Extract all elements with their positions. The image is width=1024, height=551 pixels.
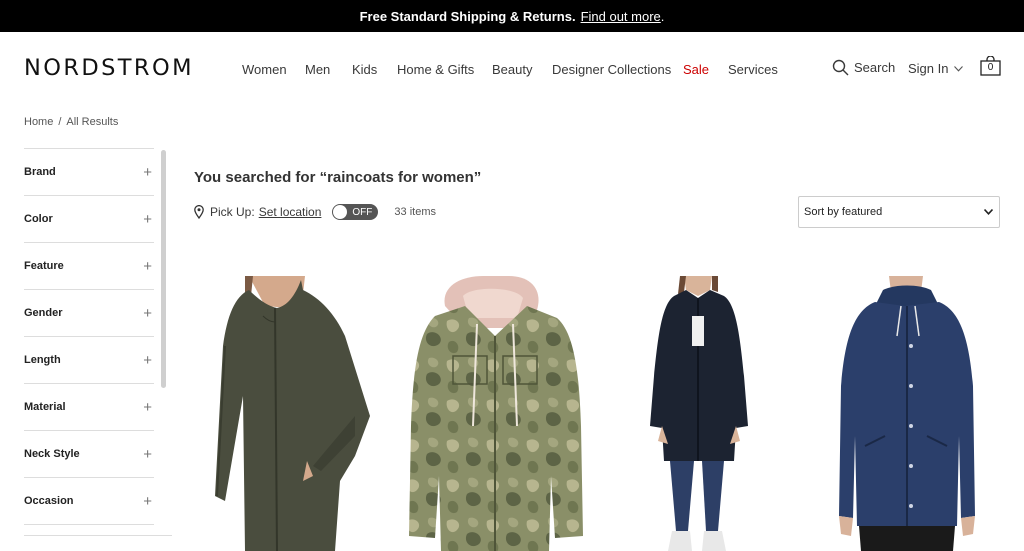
chevron-down-icon [954,65,964,72]
filter-sidebar: Brand + Color + Feature + Gender + Length + M… [24,148,154,525]
promo-banner: Free Standard Shipping & Returns. Find o… [0,0,1024,32]
filter-brand[interactable]: Brand + [24,148,154,195]
bag-count: 0 [987,62,994,73]
filter-label: Color [24,213,53,225]
nav-services[interactable]: Services [728,62,778,77]
sign-in-button[interactable]: Sign In [908,61,964,76]
product-image-olive-jacket[interactable] [205,276,375,551]
nav-beauty[interactable]: Beauty [492,62,532,77]
filter-gender[interactable]: Gender + [24,289,154,336]
pickup-bar: Pick Up: Set location OFF 33 items [194,204,436,220]
shopping-bag-button[interactable]: 0 [980,55,1001,76]
plus-icon: + [143,210,152,228]
filter-label: Neck Style [24,448,80,460]
filter-feature[interactable]: Feature + [24,242,154,289]
nav-home-gifts[interactable]: Home & Gifts [397,62,474,77]
chevron-down-icon [984,209,993,215]
sort-value: Sort by featured [804,206,883,218]
toggle-knob [333,205,348,219]
filter-neck-style[interactable]: Neck Style + [24,430,154,477]
plus-icon: + [143,398,152,416]
pickup-label: Pick Up: [210,205,255,219]
plus-icon: + [143,445,152,463]
filter-color[interactable]: Color + [24,195,154,242]
nav-kids[interactable]: Kids [352,62,377,77]
search-results-heading: You searched for “raincoats for women” [194,169,482,186]
nordstrom-logo[interactable]: NORDSTROM [24,55,194,81]
promo-text: Free Standard Shipping & Returns. [359,8,576,24]
filter-label: Gender [24,307,63,319]
results-count: 33 items [394,206,436,218]
promo-period: . [660,8,665,24]
nav-designer-collections[interactable]: Designer Collections [552,62,671,77]
filter-label: Feature [24,260,64,272]
sort-select[interactable]: Sort by featured [798,196,1000,228]
filter-label: Brand [24,166,56,178]
product-image-blue-rain-jacket[interactable] [835,276,980,551]
search-icon [832,59,849,76]
filter-label: Length [24,354,61,366]
search-button[interactable]: Search [832,59,895,76]
nav-women[interactable]: Women [242,62,287,77]
sidebar-scrollbar[interactable] [161,150,166,388]
plus-icon: + [143,492,152,510]
sidebar-bottom-divider [24,535,172,536]
filter-divider [24,524,154,525]
product-image-camo-jacket[interactable] [405,276,585,551]
pickup-toggle[interactable]: OFF [332,204,379,220]
product-image-navy-anorak[interactable] [640,276,760,551]
plus-icon: + [143,304,152,322]
plus-icon: + [143,163,152,181]
promo-find-out-more-link[interactable]: Find out more [581,9,661,24]
filter-label: Occasion [24,495,74,507]
filter-material[interactable]: Material + [24,383,154,430]
filter-occasion[interactable]: Occasion + [24,477,154,524]
plus-icon: + [143,257,152,275]
filter-length[interactable]: Length + [24,336,154,383]
nav-sale[interactable]: Sale [683,62,709,77]
location-pin-icon [194,205,204,219]
breadcrumb-separator: / [58,116,62,128]
breadcrumb-current: All Results [66,116,119,128]
search-label: Search [854,60,896,75]
toggle-state: OFF [352,206,373,218]
breadcrumb-home[interactable]: Home [24,116,53,128]
filter-label: Material [24,401,66,413]
plus-icon: + [143,351,152,369]
set-location-link[interactable]: Set location [259,205,322,219]
breadcrumb: Home / All Results [24,116,118,128]
sign-in-label: Sign In [908,61,949,76]
nav-men[interactable]: Men [305,62,330,77]
